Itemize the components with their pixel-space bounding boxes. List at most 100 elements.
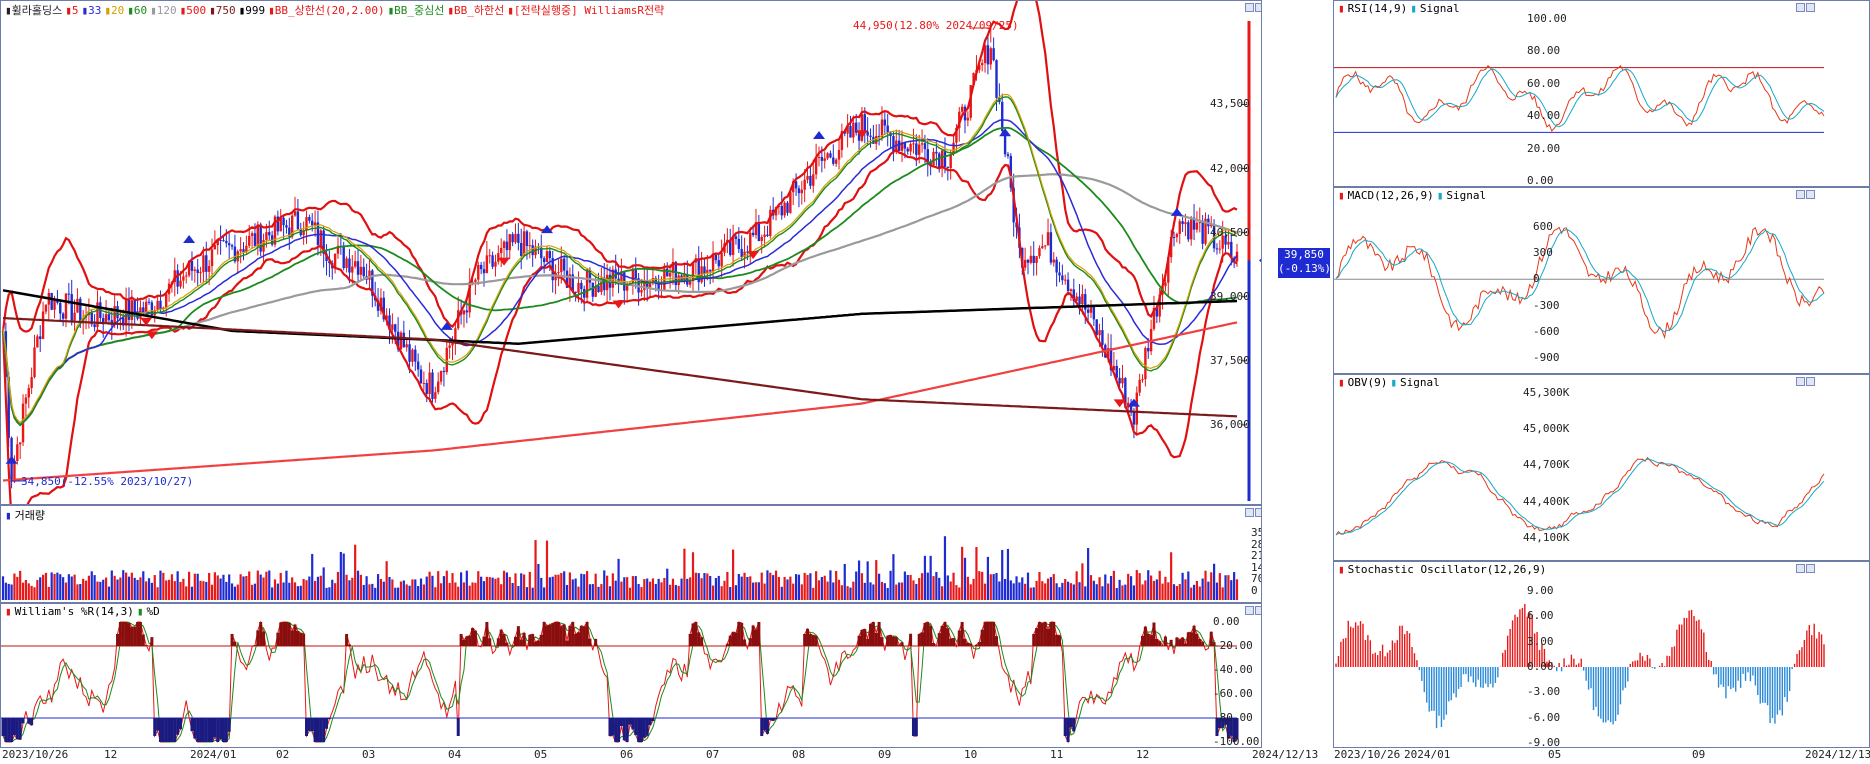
candle-body [820, 156, 824, 161]
volume-bar [96, 581, 99, 600]
candle-body [763, 234, 766, 238]
volume-bar [720, 586, 723, 600]
macd-chart-canvas[interactable] [1334, 188, 1870, 374]
volume-bar [268, 570, 271, 600]
obv-panel[interactable]: ▮ OBV(9) ▮ Signal 45,300K 45,000K 44,700K 44,4… [1333, 374, 1870, 561]
volume-bar [949, 581, 952, 600]
volume-bar [376, 574, 380, 600]
volume-bar [952, 572, 955, 600]
price-panel[interactable]: ▮휠라홀딩스 ▮5 ▮33 ▮20 ▮60 ▮120 ▮500 ▮750 ▮999 ▮BB_상한선… [0, 0, 1262, 505]
stoch-panel[interactable]: ▮ Stochastic Oscillator(12,26,9) 9.00 6.00… [1333, 561, 1870, 748]
candle-body [353, 261, 357, 267]
volume-bar [70, 576, 73, 600]
volume-bar [1147, 570, 1150, 600]
volume-bar [880, 581, 884, 600]
candle-body [1095, 319, 1098, 336]
legend-item: ▮BB_상한선(20,2.00) [268, 4, 385, 17]
volume-bar [1127, 573, 1130, 600]
volume-chart-canvas[interactable] [1, 506, 1262, 603]
volume-bar [606, 575, 609, 600]
candle-body [419, 369, 423, 384]
panel-minimize-icon[interactable] [1796, 3, 1805, 12]
volume-bar [878, 573, 881, 600]
volume-bar [399, 581, 403, 600]
candle-body [1172, 237, 1176, 239]
panel-minimize-icon[interactable] [1796, 190, 1805, 199]
candle-body [1061, 275, 1064, 281]
obv-chart-canvas[interactable] [1334, 375, 1870, 561]
volume-bar [448, 582, 451, 600]
volume-bar [671, 578, 675, 600]
panel-close-icon[interactable] [1255, 3, 1261, 12]
stoch-chart-canvas[interactable] [1334, 562, 1870, 748]
candle-body [711, 254, 715, 272]
volume-bar [669, 584, 672, 600]
buy-arrow-icon [498, 257, 511, 266]
williams-chart-canvas[interactable] [1, 604, 1262, 748]
panel-close-icon[interactable] [1806, 190, 1815, 199]
volume-bar [491, 577, 494, 600]
panel-minimize-icon[interactable] [1245, 3, 1254, 12]
volume-bar [457, 586, 460, 600]
williams-panel[interactable]: ▮ William's %R(14,3) ▮ %D 0.00 -20.00 -40.00 -… [0, 603, 1262, 748]
candle-body [348, 258, 351, 273]
price-chart-canvas[interactable] [1, 1, 1262, 505]
volume-bar [245, 576, 248, 600]
candle-body [199, 272, 202, 274]
volume-bar [210, 584, 214, 600]
volume-bar [806, 574, 809, 600]
volume-bar [772, 575, 775, 600]
candle-body [923, 143, 927, 150]
panel-close-icon[interactable] [1255, 508, 1261, 517]
volume-bar [560, 572, 563, 600]
rsi-panel[interactable]: ▮ RSI(14,9) ▮ Signal 100.00 80.00 60.00 40.00 2… [1333, 0, 1870, 187]
candle-body [883, 119, 887, 126]
panel-close-icon[interactable] [1255, 606, 1261, 615]
candle-body [411, 349, 414, 362]
volume-bar [21, 582, 25, 600]
macd-panel[interactable]: ▮ MACD(12,26,9) ▮ Signal 600 300 0 -300 -600 -90… [1333, 187, 1870, 374]
volume-bar [308, 576, 311, 600]
rsi-title: ▮ RSI(14,9) ▮ Signal [1338, 2, 1460, 15]
volume-bar [683, 548, 686, 600]
volume-bar [382, 581, 385, 600]
candle-body [897, 140, 901, 151]
rsi-chart-canvas[interactable] [1334, 1, 1870, 187]
panel-minimize-icon[interactable] [1245, 606, 1254, 615]
williams-y-tick: -40.00 [1213, 663, 1253, 676]
candle-body [454, 328, 457, 341]
volume-bar [279, 572, 282, 600]
volume-bar [402, 580, 405, 600]
panel-minimize-icon[interactable] [1245, 508, 1254, 517]
panel-close-icon[interactable] [1806, 3, 1815, 12]
volume-bar [786, 579, 789, 600]
candle-body [1138, 379, 1141, 393]
panel-close-icon[interactable] [1806, 564, 1815, 573]
buy-arrow-icon [612, 300, 625, 309]
macd-y-tick: -600 [1533, 324, 1560, 338]
panel-minimize-icon[interactable] [1796, 377, 1805, 386]
volume-bar [451, 573, 454, 600]
candle-body [41, 311, 45, 339]
panel-minimize-icon[interactable] [1796, 564, 1805, 573]
volume-bar [1233, 572, 1236, 600]
legend-item: ▮60 [127, 4, 148, 17]
volume-bar [1187, 571, 1190, 600]
volume-bar [125, 572, 128, 600]
candle-body [960, 106, 964, 112]
candle-body [986, 45, 990, 65]
candle-body [225, 240, 228, 244]
williams-title: ▮ William's %R(14,3) ▮ %D [5, 605, 160, 618]
volume-bar [497, 577, 500, 600]
volume-bar [345, 574, 348, 600]
panel-close-icon[interactable] [1806, 377, 1815, 386]
volume-bar [282, 582, 285, 600]
volume-bar [614, 580, 617, 600]
candle-body [205, 255, 208, 272]
volume-panel[interactable]: ▮거래량 350,000280,000210,000140,00070,0000 [0, 505, 1262, 603]
volume-bar [44, 572, 48, 600]
volume-bar [915, 583, 918, 600]
volume-bar [583, 574, 586, 600]
volume-bar [863, 582, 866, 600]
volume-bar [594, 573, 597, 600]
